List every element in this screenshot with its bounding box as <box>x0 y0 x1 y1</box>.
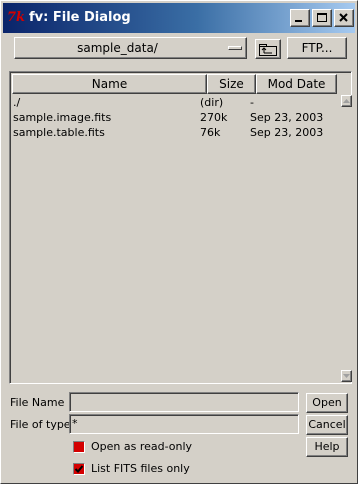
menu-indicator-icon <box>228 46 242 50</box>
file-type-label: File of type <box>10 418 71 431</box>
file-dialog-window: 7k fv: File Dialog sample_data/ FTP... N… <box>0 0 358 484</box>
column-header-mod-date[interactable]: Mod Date <box>256 74 337 94</box>
file-name: ./ <box>13 96 21 109</box>
fits-only-label[interactable]: List FITS files only <box>91 462 190 476</box>
readonly-label[interactable]: Open as read-only <box>91 440 192 454</box>
directory-label: sample_data/ <box>77 41 158 55</box>
ftp-button[interactable]: FTP... <box>287 37 347 59</box>
close-icon <box>339 13 348 22</box>
file-list: Name Size Mod Date ./ (dir) - sample.ima… <box>9 71 352 384</box>
fits-only-checkbox[interactable] <box>73 463 85 475</box>
close-button[interactable] <box>334 9 354 27</box>
parent-directory-button[interactable] <box>255 39 281 59</box>
up-arrow-icon <box>343 99 350 103</box>
maximize-icon <box>317 13 327 22</box>
file-name-label: File Name <box>10 396 65 409</box>
open-button[interactable]: Open <box>306 393 348 413</box>
file-size: 270k <box>200 111 228 124</box>
cancel-button[interactable]: Cancel <box>306 415 348 435</box>
minimize-icon <box>295 20 302 22</box>
file-name: sample.table.fits <box>13 126 105 139</box>
tk-logo-icon: 7k <box>7 10 26 25</box>
scroll-up-button[interactable] <box>341 95 352 107</box>
file-mod-date: - <box>250 96 254 109</box>
title-bar[interactable]: 7k fv: File Dialog <box>3 3 355 33</box>
minimize-button[interactable] <box>290 9 310 27</box>
vertical-scrollbar[interactable] <box>341 95 352 382</box>
help-button[interactable]: Help <box>306 437 348 457</box>
scroll-down-button[interactable] <box>341 370 352 382</box>
file-mod-date: Sep 23, 2003 <box>250 111 324 124</box>
column-header-size[interactable]: Size <box>207 74 256 94</box>
maximize-button[interactable] <box>312 9 332 27</box>
checkmark-icon <box>74 465 84 473</box>
file-name: sample.image.fits <box>13 111 112 124</box>
folder-up-icon <box>259 44 277 56</box>
file-type-field[interactable]: * <box>69 414 299 434</box>
file-mod-date: Sep 23, 2003 <box>250 126 324 139</box>
readonly-checkbox[interactable] <box>73 441 85 453</box>
column-header-name[interactable]: Name <box>12 74 207 94</box>
file-size: 76k <box>200 126 221 139</box>
directory-menu[interactable]: sample_data/ <box>14 37 247 59</box>
window-title: fv: File Dialog <box>29 10 131 25</box>
file-name-field[interactable] <box>69 392 299 412</box>
down-arrow-icon <box>343 374 350 378</box>
file-size: (dir) <box>200 96 224 109</box>
